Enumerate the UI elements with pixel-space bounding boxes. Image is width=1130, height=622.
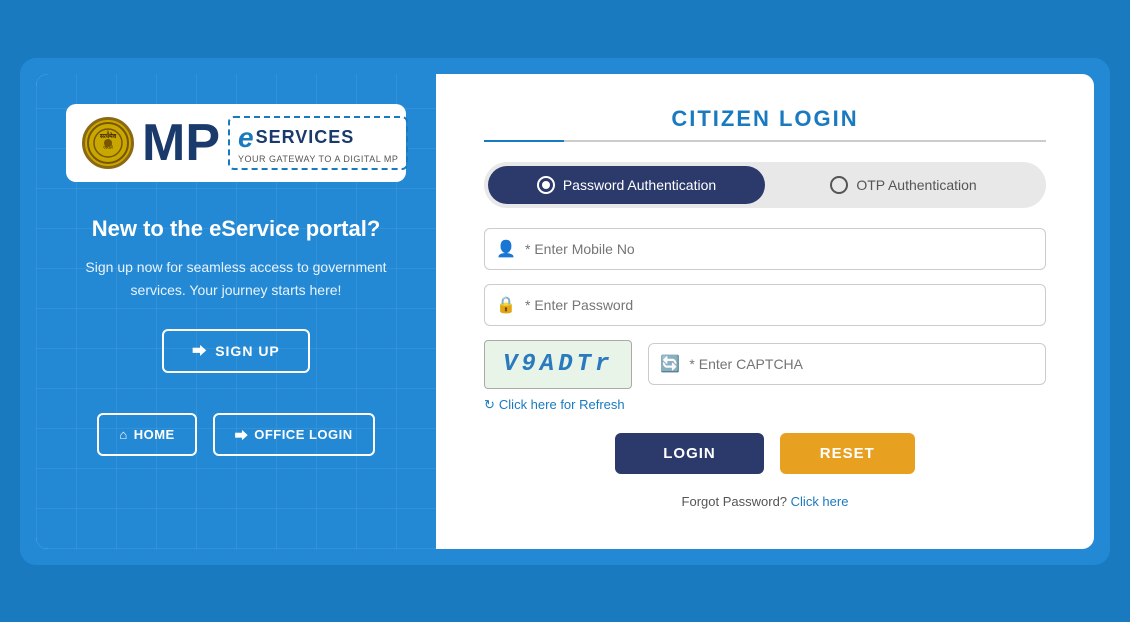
home-icon: ⌂ xyxy=(119,427,127,442)
signin-icon: ⮕ xyxy=(192,341,207,361)
home-label: HOME xyxy=(134,427,175,442)
auth-toggle: Password Authentication OTP Authenticati… xyxy=(484,162,1046,208)
office-icon: ⮕ xyxy=(235,425,249,444)
otp-radio-icon xyxy=(830,176,848,194)
left-heading: New to the eService portal? xyxy=(92,214,381,245)
captcha-icon: 🔄 xyxy=(660,354,680,374)
signup-button[interactable]: ⮕ SIGN UP xyxy=(162,329,310,373)
logo-mp: MP xyxy=(142,117,220,169)
password-input-group: 🔒 xyxy=(484,284,1046,326)
mobile-input[interactable] xyxy=(484,228,1046,270)
otp-auth-option[interactable]: OTP Authentication xyxy=(765,166,1042,204)
forgot-link[interactable]: Click here xyxy=(791,494,849,509)
refresh-link[interactable]: ↻ Click here for Refresh xyxy=(484,397,1046,413)
office-login-label: OFFICE LOGIN xyxy=(254,427,352,442)
password-input[interactable] xyxy=(484,284,1046,326)
login-button[interactable]: LOGIN xyxy=(615,433,764,474)
password-radio-icon xyxy=(537,176,555,194)
reset-button[interactable]: RESET xyxy=(780,433,915,474)
captcha-input[interactable] xyxy=(648,343,1046,385)
outer-card: सत्यमेव जयते MP e SERVICES YOUR GATEWAY … xyxy=(20,58,1110,565)
right-panel: CITIZEN LOGIN Password Authentication OT… xyxy=(436,74,1094,549)
inner-wrapper: सत्यमेव जयते MP e SERVICES YOUR GATEWAY … xyxy=(36,74,1094,549)
logo-services-text: SERVICES xyxy=(256,127,355,148)
left-subtext: Sign up now for seamless access to gover… xyxy=(66,256,406,301)
forgot-static-text: Forgot Password? xyxy=(682,494,788,509)
captcha-row: V9ADTr 🔄 xyxy=(484,340,1046,389)
password-auth-option[interactable]: Password Authentication xyxy=(488,166,765,204)
password-auth-label: Password Authentication xyxy=(563,177,716,193)
otp-auth-label: OTP Authentication xyxy=(856,177,976,193)
bottom-btns: ⌂ HOME ⮕ OFFICE LOGIN xyxy=(97,413,374,456)
page-title: CITIZEN LOGIN xyxy=(671,106,858,132)
refresh-text: Click here for Refresh xyxy=(499,397,625,412)
user-icon: 👤 xyxy=(496,239,516,259)
lock-icon: 🔒 xyxy=(496,295,516,315)
office-login-button[interactable]: ⮕ OFFICE LOGIN xyxy=(213,413,375,456)
refresh-icon: ↻ xyxy=(484,397,495,413)
emblem-icon: सत्यमेव जयते xyxy=(82,117,134,169)
logo-tagline: YOUR GATEWAY TO A DIGITAL MP xyxy=(238,154,398,164)
home-button[interactable]: ⌂ HOME xyxy=(97,413,196,456)
action-buttons: LOGIN RESET xyxy=(615,433,915,474)
mobile-input-group: 👤 xyxy=(484,228,1046,270)
captcha-input-group: 🔄 xyxy=(648,343,1046,385)
logo-e-text: e xyxy=(238,122,254,154)
left-panel: सत्यमेव जयते MP e SERVICES YOUR GATEWAY … xyxy=(36,74,436,549)
logo-eservices: e SERVICES YOUR GATEWAY TO A DIGITAL MP xyxy=(228,116,408,170)
title-divider xyxy=(484,140,1046,142)
signup-label: SIGN UP xyxy=(215,343,280,359)
logo-box: सत्यमेव जयते MP e SERVICES YOUR GATEWAY … xyxy=(66,104,406,182)
captcha-image: V9ADTr xyxy=(484,340,632,389)
forgot-password-row: Forgot Password? Click here xyxy=(682,494,849,509)
